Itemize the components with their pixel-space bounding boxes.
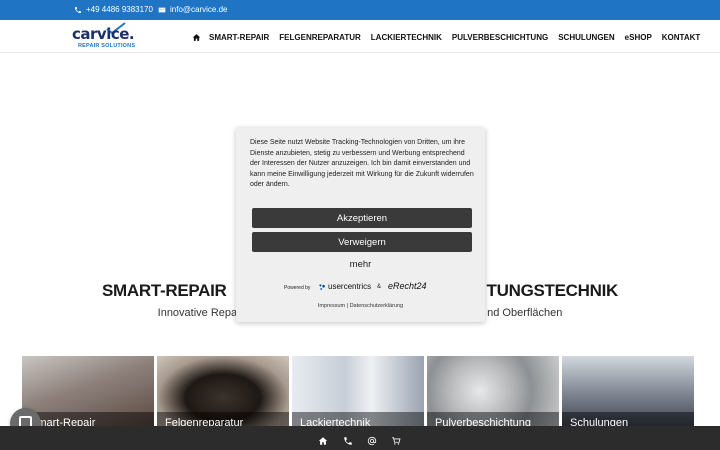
phone-icon[interactable]	[343, 433, 353, 445]
email-contact[interactable]: info@carvice.de	[158, 5, 227, 14]
usercentrics-logo[interactable]: usercentrics	[318, 282, 371, 291]
email-address[interactable]: info@carvice.de	[170, 5, 227, 14]
tile-label: Pulverbeschichtung	[435, 417, 532, 426]
logo-tagline: REPAIR SOLUTIONS	[78, 43, 136, 49]
hero-subtitle-left: Innovative Repa	[157, 307, 238, 319]
erecht24-name: eRecht24	[388, 281, 427, 291]
hero-title-right: TUNGSTECHNIK	[486, 281, 619, 300]
contact-bar: +49 4486 9383170 info@carvice.de	[0, 0, 720, 20]
phone-contact[interactable]: +49 4486 9383170	[74, 5, 153, 14]
more-link[interactable]: mehr	[236, 259, 485, 270]
hero-subtitle-right: nd Oberflächen	[487, 307, 563, 319]
nav-item-lackiertechnik[interactable]: LACKIERTECHNIK	[371, 33, 442, 42]
envelope-icon	[158, 7, 166, 12]
main-navigation: SMART-REPAIR FELGENREPARATUR LACKIERTECH…	[192, 31, 710, 43]
powered-by-label: Powered by	[284, 285, 311, 291]
nav-item-felgenreparatur[interactable]: FELGENREPARATUR	[279, 33, 360, 42]
shopping-cart-icon[interactable]	[391, 433, 401, 445]
tile-label: Felgenreparatur	[165, 417, 244, 426]
home-icon[interactable]	[318, 433, 328, 445]
nav-item-smart-repair[interactable]: SMART-REPAIR	[209, 33, 269, 42]
usercentrics-dots-icon	[319, 283, 325, 290]
service-tiles: Smart-Repair Felgenreparatur Lackiertech…	[22, 356, 698, 426]
tile-label: Schulungen	[570, 417, 629, 426]
phone-icon	[75, 6, 81, 13]
deny-button[interactable]: Verweigern	[252, 232, 472, 252]
tile-lackiertechnik[interactable]: Lackiertechnik	[292, 356, 424, 426]
tile-felgenreparatur[interactable]: Felgenreparatur	[157, 356, 289, 426]
accept-button[interactable]: Akzeptieren	[252, 208, 472, 228]
carvice-logo[interactable]: carvice. REPAIR SOLUTIONS	[72, 22, 136, 52]
nav-item-kontakt[interactable]: KONTAKT	[662, 33, 701, 42]
tile-label: Lackiertechnik	[300, 417, 371, 426]
tile-pulverbeschichtung[interactable]: Pulverbeschichtung	[427, 356, 559, 426]
consent-text: Diese Seite nutzt Website Tracking-Techn…	[250, 139, 474, 188]
ampersand: &	[377, 284, 382, 290]
bottom-action-bar	[0, 426, 720, 450]
site-header: carvice. REPAIR SOLUTIONS SMART-REPAIR F…	[0, 20, 720, 53]
cookie-consent-dialog: Diese Seite nutzt Website Tracking-Techn…	[236, 128, 485, 322]
phone-number[interactable]: +49 4486 9383170	[86, 5, 153, 14]
erecht24-logo[interactable]: eRecht24	[388, 281, 427, 291]
nav-item-eshop[interactable]: eSHOP	[625, 33, 652, 42]
home-icon[interactable]	[192, 33, 201, 42]
hero-title-left: SMART-REPAIR	[102, 281, 227, 300]
usercentrics-name: usercentrics	[328, 282, 372, 291]
tile-smart-repair[interactable]: Smart-Repair	[22, 356, 154, 426]
logo-wordmark: carvice.	[72, 25, 135, 43]
nav-item-schulungen[interactable]: SCHULUNGEN	[558, 33, 614, 42]
tile-schulungen[interactable]: Schulungen	[562, 356, 694, 426]
at-sign-icon[interactable]	[367, 433, 377, 446]
legal-links[interactable]: Impressum | Datenschutzerklärung	[236, 303, 485, 309]
nav-item-pulverbeschichtung[interactable]: PULVERBESCHICHTUNG	[452, 33, 548, 42]
